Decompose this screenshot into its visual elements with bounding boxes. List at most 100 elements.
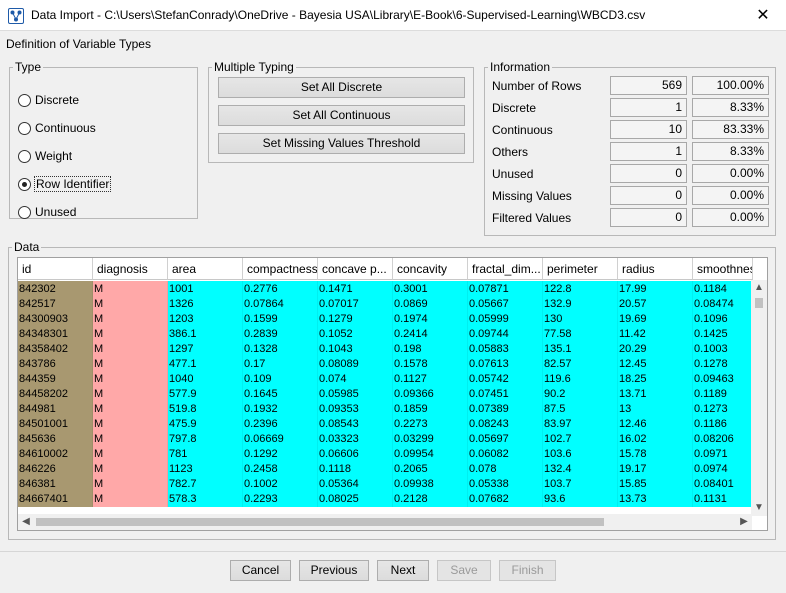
radio-row-identifier-circle[interactable] [18,177,31,191]
column-header[interactable]: id [18,258,93,280]
column-header[interactable]: smoothness [693,258,753,280]
finish-button[interactable]: Finish [499,560,556,581]
table-row[interactable]: 846381 M 782.7 0.1002 0.05364 0.09938 0.05338 1… [18,476,753,492]
table-cell: 477.1 [168,356,243,372]
table-cell: 103.7 [543,476,618,492]
table-cell: M [93,341,168,357]
table-cell: 0.07389 [468,401,543,417]
vertical-scroll-thumb[interactable] [755,298,763,308]
column-header[interactable]: concave p... [318,258,393,280]
next-button[interactable]: Next [377,560,429,581]
set-missing-values-threshold-button[interactable]: Set Missing Values Threshold [218,133,465,154]
radio-row-identifier[interactable]: Row Identifier [18,175,112,193]
table-cell: 84667401 [18,491,93,507]
info-count-field: 569 [610,76,687,95]
table-cell: 0.09353 [318,401,393,417]
table-cell: 0.2776 [243,281,318,297]
table-row[interactable]: 84300903 M 1203 0.1599 0.1279 0.1974 0.05999 13… [18,311,753,327]
column-header[interactable]: diagnosis [93,258,168,280]
table-row[interactable]: 845636 M 797.8 0.06669 0.03323 0.03299 0.05697… [18,431,753,447]
table-cell: M [93,296,168,312]
table-row[interactable]: 843786 M 477.1 0.17 0.08089 0.1578 0.07613 82.5… [18,356,753,372]
radio-discrete-circle[interactable] [18,93,31,107]
cancel-button[interactable]: Cancel [230,560,291,581]
scroll-left-icon[interactable]: ◀ [18,514,34,530]
scroll-up-icon[interactable]: ▲ [751,280,767,296]
radio-unused[interactable]: Unused [18,203,76,221]
radio-discrete[interactable]: Discrete [18,91,79,109]
vertical-scrollbar[interactable]: ▲ ▼ [751,280,767,516]
info-percent-field: 0.00% [692,208,769,227]
table-cell: 20.57 [618,296,693,312]
table-row[interactable]: 84358402 M 1297 0.1328 0.1043 0.198 0.05883 135… [18,341,753,357]
radio-row-identifier-label: Row Identifier [33,176,112,192]
table-cell: 0.05338 [468,476,543,492]
previous-button[interactable]: Previous [299,560,369,581]
radio-weight-circle[interactable] [18,149,31,163]
table-cell: 13 [618,401,693,417]
scroll-down-icon[interactable]: ▼ [751,500,767,516]
table-cell: 132.4 [543,461,618,477]
horizontal-scrollbar[interactable]: ◀ ▶ [18,514,752,530]
table-row[interactable]: 842517 M 1326 0.07864 0.07017 0.0869 0.05667 13… [18,296,753,312]
radio-continuous[interactable]: Continuous [18,119,96,137]
multiple-typing-legend: Multiple Typing [214,60,294,74]
table-cell: M [93,311,168,327]
table-cell: 0.2458 [243,461,318,477]
table-cell: 84610002 [18,446,93,462]
data-table[interactable]: id diagnosis area compactness concave p... co… [17,257,768,531]
table-cell: 845636 [18,431,93,447]
horizontal-scroll-thumb[interactable] [36,518,604,526]
column-header[interactable]: fractal_dim... [468,258,543,280]
table-cell: M [93,401,168,417]
column-header[interactable]: compactness [243,258,318,280]
info-count-field: 1 [610,142,687,161]
set-all-discrete-button[interactable]: Set All Discrete [218,77,465,98]
column-header[interactable]: radius [618,258,693,280]
save-button[interactable]: Save [437,560,491,581]
info-percent-field: 8.33% [692,98,769,117]
table-cell: 15.78 [618,446,693,462]
table-cell: 781 [168,446,243,462]
table-row[interactable]: 842302 M 1001 0.2776 0.1471 0.3001 0.07871 122.… [18,281,753,297]
close-icon[interactable]: ✕ [740,0,786,31]
table-cell: 122.8 [543,281,618,297]
table-cell: M [93,281,168,297]
radio-unused-circle[interactable] [18,205,31,219]
table-cell: 132.9 [543,296,618,312]
radio-continuous-circle[interactable] [18,121,31,135]
table-cell: 19.17 [618,461,693,477]
table-row[interactable]: 84667401 M 578.3 0.2293 0.08025 0.2128 0.07682… [18,491,753,507]
table-row[interactable]: 846226 M 1123 0.2458 0.1118 0.2065 0.078 132.4 1… [18,461,753,477]
table-cell: 1297 [168,341,243,357]
table-cell: 844981 [18,401,93,417]
table-row[interactable]: 844981 M 519.8 0.1932 0.09353 0.1859 0.07389 87… [18,401,753,417]
scroll-right-icon[interactable]: ▶ [736,514,752,530]
info-count-field: 0 [610,186,687,205]
table-cell: 16.02 [618,431,693,447]
column-header[interactable]: concavity [393,258,468,280]
table-cell: 0.198 [393,341,468,357]
table-row[interactable]: 84501001 M 475.9 0.2396 0.08543 0.2273 0.08243… [18,416,753,432]
column-header[interactable]: area [168,258,243,280]
set-all-continuous-button[interactable]: Set All Continuous [218,105,465,126]
table-cell: 0.1599 [243,311,318,327]
table-cell: 0.1292 [243,446,318,462]
info-label: Discrete [492,101,537,115]
table-cell: 135.1 [543,341,618,357]
radio-weight-label: Weight [35,149,73,163]
info-count-field: 0 [610,208,687,227]
table-cell: 84458202 [18,386,93,402]
table-row[interactable]: 84458202 M 577.9 0.1645 0.05985 0.09366 0.0745… [18,386,753,402]
information-legend: Information [490,60,551,74]
table-row[interactable]: 84610002 M 781 0.1292 0.06606 0.09954 0.06082 1… [18,446,753,462]
column-header[interactable]: perimeter [543,258,618,280]
table-cell: 90.2 [543,386,618,402]
table-cell: 0.07871 [468,281,543,297]
table-row[interactable]: 844359 M 1040 0.109 0.074 0.1127 0.05742 119.6 1… [18,371,753,387]
table-cell: 82.57 [543,356,618,372]
radio-weight[interactable]: Weight [18,147,72,165]
table-row[interactable]: 84348301 M 386.1 0.2839 0.1052 0.2414 0.09744 7… [18,326,753,342]
table-cell: 0.1859 [393,401,468,417]
table-cell: 0.09938 [393,476,468,492]
